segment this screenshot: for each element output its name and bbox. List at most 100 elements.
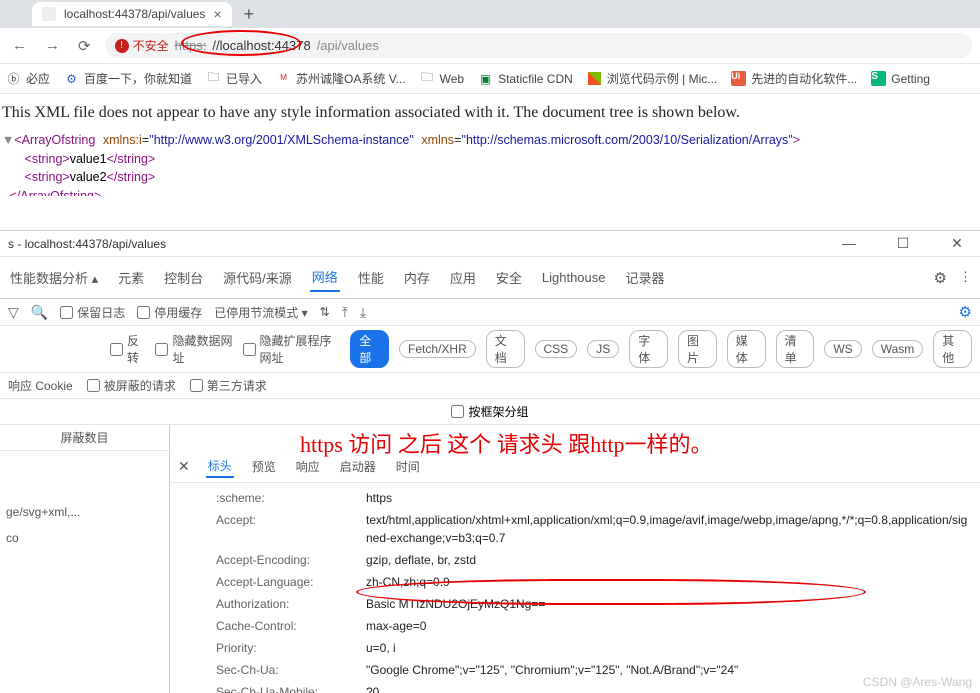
tab-performance[interactable]: 性能: [356, 264, 386, 291]
filter-font[interactable]: 字体: [629, 330, 668, 368]
tab-response[interactable]: 响应: [294, 456, 322, 477]
insecure-label: 不安全: [133, 37, 169, 54]
tab-console[interactable]: 控制台: [162, 264, 205, 291]
devtools-title: s - localhost:44378/api/values: [8, 237, 166, 251]
tab-network[interactable]: 网络: [310, 263, 340, 292]
header-value: gzip, deflate, br, zstd: [366, 551, 476, 569]
reload-icon[interactable]: ⟳: [74, 33, 95, 59]
third-party-checkbox[interactable]: 第三方请求: [190, 377, 267, 394]
header-value: ?0: [366, 683, 379, 693]
tab-recorder[interactable]: 记录器: [624, 264, 667, 291]
tab-elements[interactable]: 元素: [116, 264, 146, 291]
header-value: https: [366, 489, 392, 507]
filter-wasm[interactable]: Wasm: [872, 340, 924, 358]
tab-headers[interactable]: 标头: [206, 455, 234, 478]
request-list-header: 屏蔽数目: [0, 425, 169, 451]
forward-icon[interactable]: →: [41, 33, 64, 58]
invert-checkbox[interactable]: 反转: [110, 332, 145, 366]
bookmark-item[interactable]: 🗀Web: [420, 71, 464, 86]
search-icon[interactable]: 🔍: [31, 304, 48, 321]
header-key: Cache-Control:: [216, 617, 366, 635]
xml-notice: This XML file does not appear to have an…: [2, 104, 978, 122]
hide-ext-checkbox[interactable]: 隐藏扩展程序网址: [243, 332, 341, 366]
kebab-icon[interactable]: ⋮: [959, 269, 972, 287]
tab-sources[interactable]: 源代码/来源: [221, 264, 294, 291]
filter-all[interactable]: 全部: [350, 330, 389, 368]
tab-security[interactable]: 安全: [494, 264, 524, 291]
filter-doc[interactable]: 文档: [486, 330, 525, 368]
tab-preview[interactable]: 预览: [250, 456, 278, 477]
address-input[interactable]: ! 不安全 https: //localhost:44378 /api/valu…: [105, 33, 972, 58]
tab-favicon: [42, 7, 56, 21]
bookmarks-bar: ⓑ必应 ⚙百度一下，你就知道 🗀已导入 ᴹ苏州诚隆OA系统 V... 🗀Web …: [0, 64, 980, 94]
request-detail: ✕ 标头 预览 响应 启动器 时间 :scheme:https Accept:t…: [170, 425, 980, 693]
throttle-select[interactable]: 已停用节流模式 ▾: [214, 304, 307, 321]
network-conditions-icon[interactable]: ⇅: [320, 305, 330, 319]
browser-tab[interactable]: localhost:44378/api/values ×: [32, 2, 232, 26]
filter-manifest[interactable]: 清单: [776, 330, 815, 368]
network-filter-row: 反转 隐藏数据网址 隐藏扩展程序网址 全部 Fetch/XHR 文档 CSS J…: [0, 326, 980, 373]
tab-lighthouse[interactable]: Lighthouse: [540, 266, 608, 289]
bookmark-item[interactable]: 🗀已导入: [206, 70, 262, 87]
tab-memory[interactable]: 内存: [402, 264, 432, 291]
close-icon[interactable]: ×: [213, 6, 221, 22]
close-detail-icon[interactable]: ✕: [178, 458, 190, 475]
filter-media[interactable]: 媒体: [727, 330, 766, 368]
tab-application[interactable]: 应用: [448, 264, 478, 291]
window-maximize-icon[interactable]: ☐: [888, 235, 918, 252]
watermark: CSDN @Ares-Wang: [863, 675, 972, 689]
header-value: text/html,application/xhtml+xml,applicat…: [366, 511, 972, 547]
new-tab-button[interactable]: +: [244, 4, 255, 25]
header-key: Authorization:: [216, 595, 366, 613]
header-key: Accept-Encoding:: [216, 551, 366, 569]
filter-css[interactable]: CSS: [535, 340, 578, 358]
filter-img[interactable]: 图片: [678, 330, 717, 368]
bookmark-item[interactable]: ᴹ苏州诚隆OA系统 V...: [276, 70, 406, 87]
blocked-requests-checkbox[interactable]: 被屏蔽的请求: [87, 377, 176, 394]
back-icon[interactable]: ←: [8, 33, 31, 58]
request-list: 屏蔽数目 ge/svg+xml,... co: [0, 425, 170, 693]
disable-cache-checkbox[interactable]: 停用缓存: [137, 304, 202, 321]
filter-ws[interactable]: WS: [824, 340, 861, 358]
filter-other[interactable]: 其他: [933, 330, 972, 368]
header-value: u=0, i: [366, 639, 396, 657]
download-icon[interactable]: ⤓: [360, 304, 366, 321]
bookmark-item[interactable]: ⓑ必应: [6, 70, 50, 87]
window-minimize-icon[interactable]: —: [834, 235, 864, 252]
filter-js[interactable]: JS: [587, 340, 619, 358]
filter-icon[interactable]: ▽: [8, 304, 19, 321]
header-key: Accept-Language:: [216, 573, 366, 591]
tab-timing[interactable]: 时间: [394, 456, 422, 477]
filter-fetch[interactable]: Fetch/XHR: [399, 340, 476, 358]
network-cookie-row: 响应 Cookie 被屏蔽的请求 第三方请求: [0, 373, 980, 399]
url-host: //localhost:44378: [212, 38, 310, 53]
devtools-tabs: 性能数据分析 ▴ 元素 控制台 源代码/来源 网络 性能 内存 应用 安全 Li…: [0, 257, 980, 299]
tab-performance-insights[interactable]: 性能数据分析 ▴: [8, 264, 100, 291]
devtools-titlebar: s - localhost:44378/api/values — ☐ ✕: [0, 231, 980, 257]
upload-icon[interactable]: ⤒: [342, 304, 348, 321]
group-by-frame-checkbox[interactable]: 按框架分组: [451, 403, 528, 420]
address-bar-row: ← → ⟳ ! 不安全 https: //localhost:44378 /ap…: [0, 28, 980, 64]
settings-icon[interactable]: ⚙: [934, 269, 947, 287]
bookmark-item[interactable]: ▣Staticfile CDN: [478, 71, 573, 86]
bookmark-item[interactable]: Ui先进的自动化软件...: [731, 70, 857, 87]
window-close-icon[interactable]: ✕: [942, 235, 972, 252]
warning-icon: !: [115, 39, 129, 53]
bookmark-item[interactable]: 浏览代码示例 | Mic...: [587, 70, 717, 87]
url-path: /api/values: [317, 38, 379, 53]
header-key: Sec-Ch-Ua:: [216, 661, 366, 679]
header-key: :scheme:: [216, 489, 366, 507]
page-content: This XML file does not appear to have an…: [0, 94, 980, 196]
bookmark-item[interactable]: SGetting: [871, 71, 930, 86]
list-item[interactable]: co: [0, 521, 169, 547]
tab-initiator[interactable]: 启动器: [338, 456, 378, 477]
insecure-badge[interactable]: ! 不安全: [115, 37, 169, 54]
preserve-log-checkbox[interactable]: 保留日志: [60, 304, 125, 321]
bookmark-item[interactable]: ⚙百度一下，你就知道: [64, 70, 192, 87]
hide-data-checkbox[interactable]: 隐藏数据网址: [155, 332, 232, 366]
header-key: Sec-Ch-Ua-Mobile:: [216, 683, 366, 693]
list-item[interactable]: ge/svg+xml,...: [0, 495, 169, 521]
xml-tree: ▼<ArrayOfstring xmlns:i="http://www.w3.o…: [2, 132, 978, 196]
tab-title: localhost:44378/api/values: [64, 7, 205, 21]
settings-cog-icon[interactable]: ⚙: [959, 303, 972, 321]
